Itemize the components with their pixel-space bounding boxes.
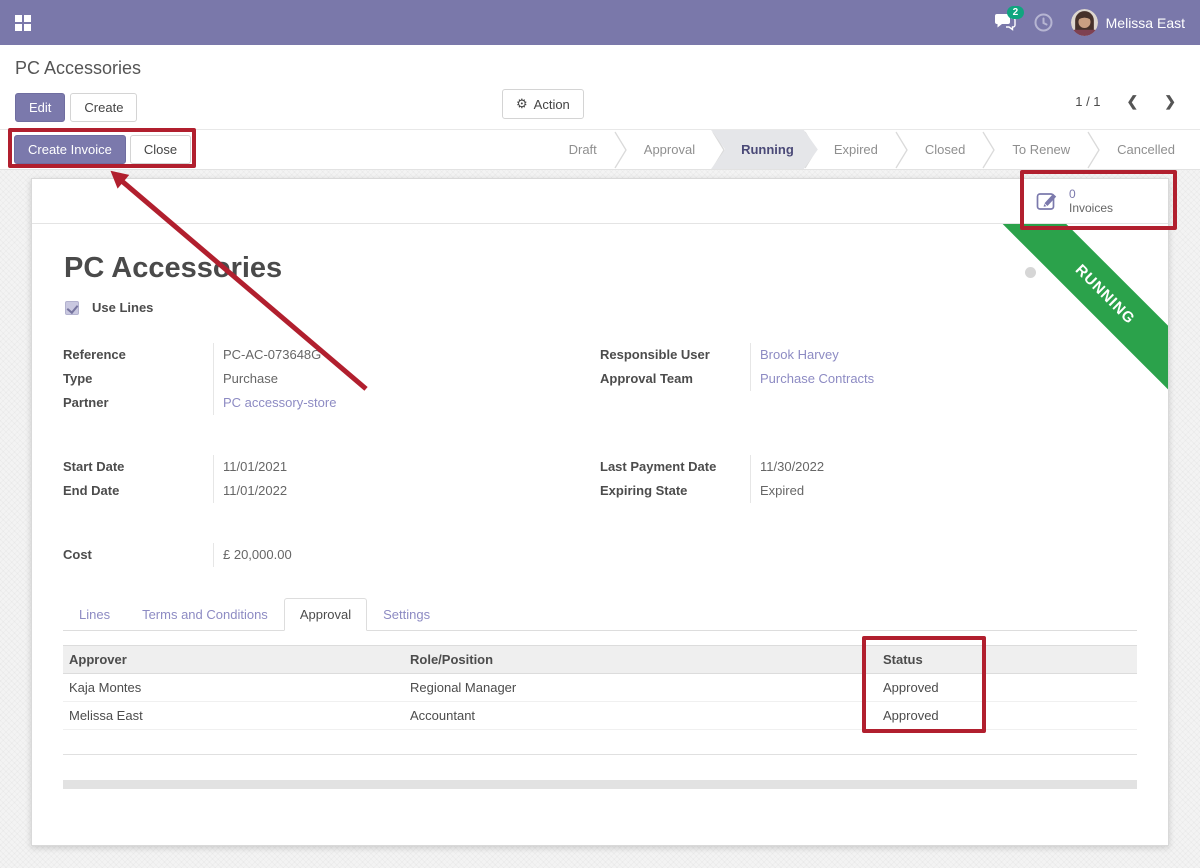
clock-icon [1034,13,1053,32]
step-separator-icon [982,131,995,169]
pager-prev-icon[interactable]: ❮ [1127,93,1139,110]
table-row[interactable]: Melissa East Accountant Approved [63,702,1137,730]
reference-label: Reference [63,343,213,367]
table-header-row: Approver Role/Position Status [63,646,1137,674]
apps-menu-icon[interactable] [15,15,31,31]
approval-team-value-link[interactable]: Purchase Contracts [750,367,1145,391]
column-header-approver[interactable]: Approver [63,646,404,674]
edit-button[interactable]: Edit [15,93,65,122]
table-empty-area [63,728,1137,755]
pager: 1 / 1 ❮ ❯ [1075,93,1176,110]
create-invoice-button[interactable]: Create Invoice [14,135,126,164]
messages-icon[interactable]: 2 [995,14,1016,31]
partner-value-link[interactable]: PC accessory-store [213,391,568,415]
tab-settings[interactable]: Settings [367,598,446,631]
use-lines-checkbox[interactable] [65,301,79,315]
status-step-expired[interactable]: Expired [817,130,895,169]
expiring-state-label: Expiring State [600,479,750,503]
use-lines-label: Use Lines [92,300,153,315]
partner-label: Partner [63,391,213,415]
responsible-user-label: Responsible User [600,343,750,367]
cell-approver[interactable]: Melissa East [63,702,404,730]
approval-team-label: Approval Team [600,367,750,391]
field-group-dates-left: Start Date 11/01/2021 End Date 11/01/202… [63,455,568,503]
messages-count-badge: 2 [1007,6,1025,19]
reference-value: PC-AC-073648G [213,343,568,367]
status-step-draft[interactable]: Draft [552,130,614,169]
gear-icon: ⚙ [516,96,528,112]
start-date-label: Start Date [63,455,213,479]
tab-approval[interactable]: Approval [284,598,367,631]
statusbar: Draft Approval Running Expired Closed To… [552,130,1192,169]
user-name: Melissa East [1106,15,1185,31]
cost-label: Cost [63,543,213,567]
invoices-count: 0 [1069,187,1113,201]
status-step-running[interactable]: Running [711,130,818,169]
end-date-value: 11/01/2022 [213,479,568,503]
invoices-label: Invoices [1069,201,1113,215]
stat-button-row: 0 Invoices [32,179,1168,224]
status-step-to-renew[interactable]: To Renew [995,130,1087,169]
approval-table: Approver Role/Position Status Kaja Monte… [63,645,1137,730]
bottom-scrollbar[interactable] [63,780,1137,789]
action-button-label: Action [534,97,570,112]
activities-clock-icon[interactable] [1034,13,1053,32]
last-payment-date-value: 11/30/2022 [750,455,1145,479]
user-menu[interactable]: Melissa East [1071,9,1185,36]
last-payment-date-label: Last Payment Date [600,455,750,479]
responsible-user-value-link[interactable]: Brook Harvey [750,343,1145,367]
kanban-state-dot[interactable] [1025,267,1036,278]
top-navbar: 2 Melissa Ea [0,0,1200,45]
tab-lines[interactable]: Lines [63,598,126,631]
start-date-value: 11/01/2021 [213,455,568,479]
type-label: Type [63,367,213,391]
create-button[interactable]: Create [70,93,137,122]
step-separator-icon [614,131,627,169]
action-button[interactable]: ⚙ Action [502,89,584,119]
invoices-stat-button[interactable]: 0 Invoices [1021,179,1167,223]
status-step-closed[interactable]: Closed [908,130,982,169]
field-group-main-right: Responsible User Brook Harvey Approval T… [600,343,1145,391]
control-panel: PC Accessories Edit Create ⚙ Action 1 / … [0,45,1200,129]
step-separator-icon [895,131,908,169]
status-step-approval[interactable]: Approval [627,130,712,169]
pager-next-icon[interactable]: ❯ [1164,93,1176,110]
cost-value: £ 20,000.00 [213,543,568,567]
close-button[interactable]: Close [130,135,191,164]
cell-approver[interactable]: Kaja Montes [63,674,404,702]
breadcrumb[interactable]: PC Accessories [15,58,1185,79]
type-value: Purchase [213,367,568,391]
tab-terms-and-conditions[interactable]: Terms and Conditions [126,598,284,631]
step-separator-icon [1087,131,1100,169]
expiring-state-value: Expired [750,479,1145,503]
form-view-background: 0 Invoices RUNNING PC Accessories Use Li… [0,170,1200,868]
end-date-label: End Date [63,479,213,503]
field-group-dates-right: Last Payment Date 11/30/2022 Expiring St… [600,455,1145,503]
record-title: PC Accessories [64,252,282,285]
cell-status[interactable]: Approved [877,674,1137,702]
field-group-main-left: Reference PC-AC-073648G Type Purchase Pa… [63,343,568,415]
cell-role[interactable]: Regional Manager [404,674,877,702]
notebook-tabs: Lines Terms and Conditions Approval Sett… [63,597,1137,631]
table-row[interactable]: Kaja Montes Regional Manager Approved [63,674,1137,702]
invoice-pencil-icon [1036,190,1059,213]
column-header-status[interactable]: Status [877,646,1137,674]
cell-role[interactable]: Accountant [404,702,877,730]
pager-value: 1 / 1 [1075,94,1100,109]
status-step-cancelled[interactable]: Cancelled [1100,130,1192,169]
avatar [1071,9,1098,36]
form-sheet: 0 Invoices RUNNING PC Accessories Use Li… [31,178,1169,846]
cell-status[interactable]: Approved [877,702,1137,730]
column-header-role[interactable]: Role/Position [404,646,877,674]
form-statusbar-row: Create Invoice Close Draft Approval Runn… [0,129,1200,170]
field-group-cost: Cost £ 20,000.00 [63,543,568,567]
